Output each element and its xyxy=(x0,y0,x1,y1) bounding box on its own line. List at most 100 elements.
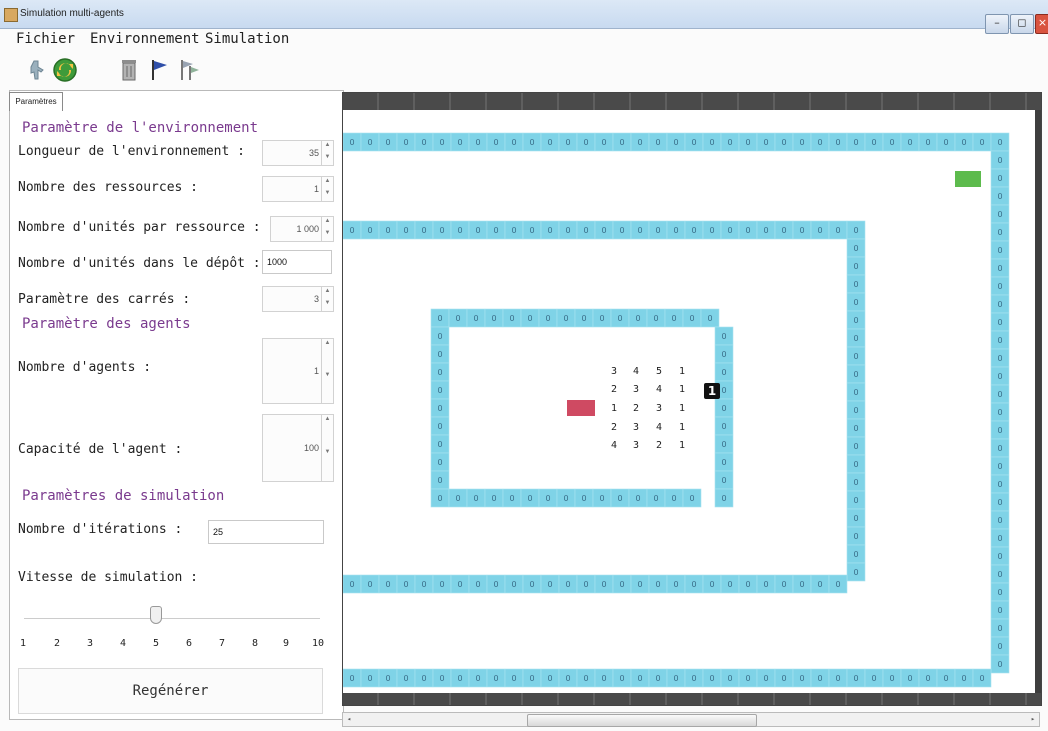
env-length-spinner[interactable]: 35 ▲ ▼ xyxy=(262,140,334,166)
units-per-resource-spinner[interactable]: 1 000 ▲ ▼ xyxy=(270,216,334,242)
cell-value: 0 xyxy=(457,138,462,147)
cell-value: 0 xyxy=(721,404,726,413)
cell-value: 0 xyxy=(439,674,444,683)
cell-value: 0 xyxy=(925,138,930,147)
cell-value: 0 xyxy=(547,674,552,683)
cell-value: 0 xyxy=(349,138,354,147)
matrix-value: 3 xyxy=(656,403,662,414)
cell-value: 0 xyxy=(601,138,606,147)
app-icon xyxy=(4,8,18,22)
resources-spinner[interactable]: 1 ▲ ▼ xyxy=(262,176,334,202)
speed-slider-track[interactable] xyxy=(24,618,320,619)
scroll-thumb[interactable] xyxy=(527,714,757,727)
cell-value: 0 xyxy=(889,674,894,683)
cell-value: 0 xyxy=(709,138,714,147)
cell-value: 0 xyxy=(653,494,658,503)
cell-value: 0 xyxy=(853,226,858,235)
regenerate-button[interactable]: Regénérer xyxy=(18,668,323,714)
cell-value: 0 xyxy=(635,494,640,503)
cell-value: 0 xyxy=(707,314,712,323)
cell-value: 0 xyxy=(835,580,840,589)
flags-icon[interactable] xyxy=(176,56,202,84)
cell-value: 0 xyxy=(907,674,912,683)
cell-value: 0 xyxy=(511,226,516,235)
squares-label: Paramètre des carrés : xyxy=(18,292,191,307)
cell-value: 0 xyxy=(403,138,408,147)
cell-value: 0 xyxy=(853,496,858,505)
cell-value: 0 xyxy=(853,478,858,487)
env-length-label: Longueur de l'environnement : xyxy=(18,144,245,159)
refresh-icon[interactable] xyxy=(52,56,78,84)
grid-svg: 0 0 0 0 0 0 0 0 0 0 0 0 0 0 0 0 0 0 0 0 0 0 0 0 0 0 0 0 0 0 0 0 0 0 0 0 0 0 0 0… xyxy=(343,132,1010,688)
cell-value: 0 xyxy=(475,580,480,589)
cell-value: 0 xyxy=(709,226,714,235)
horizontal-scrollbar[interactable]: ◂ ▸ xyxy=(342,712,1040,727)
simulation-canvas[interactable]: 0 0 0 0 0 0 0 0 0 0 0 0 0 0 0 0 0 0 0 0 0 0 0 0 0 0 0 0 0 0 0 0 0 0 0 0 0 0 0 0… xyxy=(342,92,1042,706)
cell-value: 0 xyxy=(655,226,660,235)
cell-value: 0 xyxy=(437,458,442,467)
cell-value: 0 xyxy=(853,406,858,415)
cell-value: 0 xyxy=(763,226,768,235)
iterations-field[interactable] xyxy=(208,520,324,544)
cell-value: 0 xyxy=(709,674,714,683)
cell-value: 0 xyxy=(403,226,408,235)
speed-tick: 10 xyxy=(312,638,325,649)
scroll-right-icon[interactable]: ▸ xyxy=(1028,714,1038,725)
cell-value: 0 xyxy=(853,514,858,523)
trash-icon[interactable] xyxy=(116,56,142,84)
cell-value: 0 xyxy=(601,674,606,683)
cell-value: 0 xyxy=(493,580,498,589)
agents-count-spinner[interactable]: 1 ▲ ▼ xyxy=(262,338,334,404)
cell-value: 0 xyxy=(437,476,442,485)
cell-value: 0 xyxy=(853,334,858,343)
agent-capacity-spinner[interactable]: 100 ▲ ▼ xyxy=(262,414,334,482)
flag-icon[interactable] xyxy=(146,56,172,84)
scroll-left-icon[interactable]: ◂ xyxy=(344,714,354,725)
cell-value: 0 xyxy=(349,226,354,235)
cell-value: 0 xyxy=(817,580,822,589)
cell-value: 0 xyxy=(997,534,1002,543)
cell-value: 0 xyxy=(997,570,1002,579)
squares-spinner[interactable]: 3 ▲ ▼ xyxy=(262,286,334,312)
cell-value: 0 xyxy=(853,442,858,451)
title-bar: Simulation multi-agents – ◻ × xyxy=(0,0,1048,34)
cell-value: 0 xyxy=(527,314,532,323)
cell-value: 0 xyxy=(997,174,1002,183)
squares-value: 3 xyxy=(313,294,319,304)
menu-simulation[interactable]: Simulation xyxy=(205,31,289,47)
cell-value: 0 xyxy=(997,192,1002,201)
cell-value: 0 xyxy=(385,580,390,589)
cell-value: 0 xyxy=(727,138,732,147)
matrix-value: 3 xyxy=(633,384,639,395)
cell-value: 0 xyxy=(403,674,408,683)
cell-value: 0 xyxy=(617,314,622,323)
matrix-value: 4 xyxy=(611,440,617,451)
cell-value: 0 xyxy=(367,226,372,235)
cell-value: 0 xyxy=(853,674,858,683)
cell-value: 0 xyxy=(565,580,570,589)
cell-value: 0 xyxy=(997,372,1002,381)
cell-value: 0 xyxy=(511,674,516,683)
cell-value: 0 xyxy=(691,674,696,683)
matrix-value: 1 xyxy=(679,440,685,451)
menu-environnement[interactable]: Environnement xyxy=(90,31,200,47)
cell-value: 0 xyxy=(853,280,858,289)
menu-fichier[interactable]: Fichier xyxy=(16,31,75,47)
cell-value: 0 xyxy=(997,300,1002,309)
tab-parametres[interactable]: Paramètres xyxy=(9,92,63,111)
cell-value: 0 xyxy=(421,674,426,683)
units-in-depot-field[interactable] xyxy=(262,250,332,274)
cell-value: 0 xyxy=(799,226,804,235)
cell-value: 0 xyxy=(455,314,460,323)
cell-value: 0 xyxy=(997,516,1002,525)
cell-value: 0 xyxy=(763,674,768,683)
cell-value: 0 xyxy=(763,580,768,589)
agent-icon[interactable] xyxy=(24,56,50,84)
matrix-value: 2 xyxy=(611,384,617,395)
cell-value: 0 xyxy=(655,138,660,147)
cell-value: 0 xyxy=(997,318,1002,327)
cell-value: 0 xyxy=(853,424,858,433)
speed-tick: 8 xyxy=(252,638,259,649)
cell-value: 0 xyxy=(637,674,642,683)
speed-slider-thumb[interactable] xyxy=(150,606,162,624)
